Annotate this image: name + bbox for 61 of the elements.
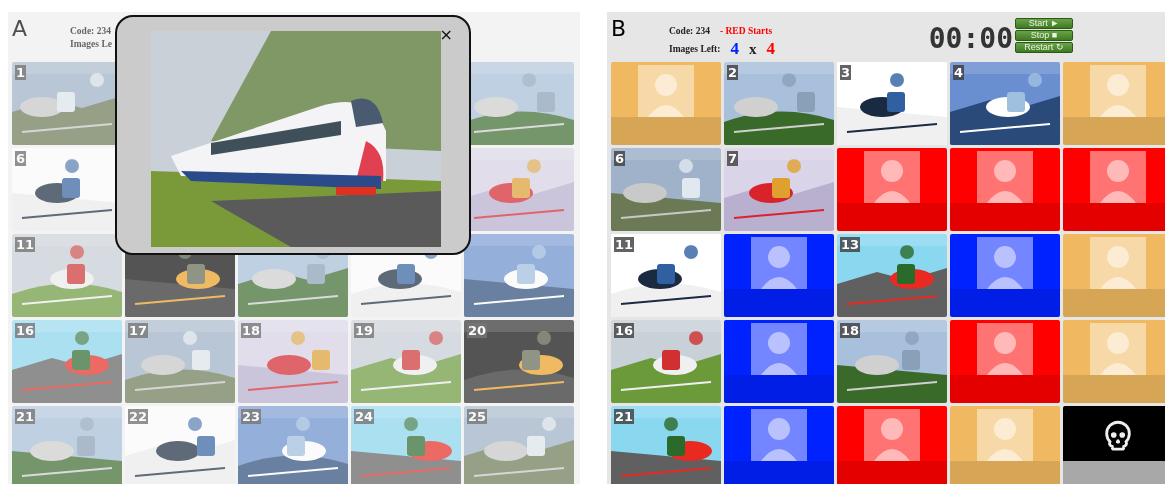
tile-number: 19 — [354, 323, 375, 338]
tile-number: 6 — [614, 151, 626, 166]
person-figure-icon — [977, 237, 1033, 289]
tile-number: 3 — [840, 65, 852, 80]
game-card[interactable] — [950, 148, 1060, 231]
tile-number: 4 — [953, 65, 965, 80]
tile-number: 18 — [840, 323, 861, 338]
tile-number: 7 — [727, 151, 739, 166]
game-card[interactable] — [837, 148, 947, 231]
person-figure-icon — [751, 323, 807, 375]
images-left-label: Images Left: — [669, 44, 721, 54]
tile-number: 20 — [467, 323, 488, 338]
tile-number: 21 — [15, 409, 36, 424]
skull-tile[interactable] — [1063, 406, 1165, 484]
panel-label: B — [611, 16, 628, 41]
person-figure-icon — [751, 409, 807, 461]
person-figure-icon — [1090, 151, 1146, 203]
tile-number: 17 — [128, 323, 149, 338]
tile-number: 22 — [128, 409, 149, 424]
tile-number: 6 — [15, 151, 27, 166]
stop-button[interactable]: Stop ■ — [1015, 30, 1073, 41]
tile-number: 13 — [840, 237, 861, 252]
person-figure-icon — [1090, 65, 1146, 117]
code-label: Code: 234 — [70, 26, 111, 36]
tile-number: 23 — [241, 409, 262, 424]
game-card[interactable] — [950, 234, 1060, 317]
person-figure-icon — [1090, 237, 1146, 289]
game-card[interactable] — [724, 320, 834, 403]
tile-number: 16 — [614, 323, 635, 338]
tile-number: 24 — [354, 409, 375, 424]
tile-number: 11 — [614, 237, 635, 252]
person-figure-icon — [977, 323, 1033, 375]
tile-number: 1 — [15, 65, 27, 80]
tile-number: 25 — [467, 409, 488, 424]
team-one-count: 4 — [730, 39, 739, 59]
person-figure-icon — [638, 65, 694, 117]
person-figure-icon — [977, 151, 1033, 203]
game-card[interactable] — [1063, 148, 1165, 231]
tile-number: 11 — [15, 237, 36, 252]
images-left-label: Images Le — [70, 39, 112, 49]
code-label: Code: 234 — [669, 26, 710, 36]
tile-number: 21 — [614, 409, 635, 424]
tile-number: 18 — [241, 323, 262, 338]
tile-number: 2 — [727, 65, 739, 80]
restart-button[interactable]: Restart ↻ — [1015, 42, 1073, 53]
start-button[interactable]: Start ► — [1015, 18, 1073, 29]
close-button[interactable]: × — [437, 25, 455, 44]
person-figure-icon — [1090, 323, 1146, 375]
person-figure-icon — [977, 409, 1033, 461]
panel-label: A — [12, 16, 29, 41]
separator: x — [748, 40, 757, 58]
team-two-count: 4 — [766, 39, 775, 59]
game-card[interactable] — [724, 406, 834, 484]
person-figure-icon — [864, 151, 920, 203]
timer: 00:00 — [928, 22, 1013, 55]
start-notice: - RED Starts — [719, 26, 773, 36]
tile-number: 16 — [15, 323, 36, 338]
game-card[interactable] — [837, 406, 947, 484]
game-card[interactable] — [724, 234, 834, 317]
person-figure-icon — [864, 409, 920, 461]
person-figure-icon — [751, 237, 807, 289]
